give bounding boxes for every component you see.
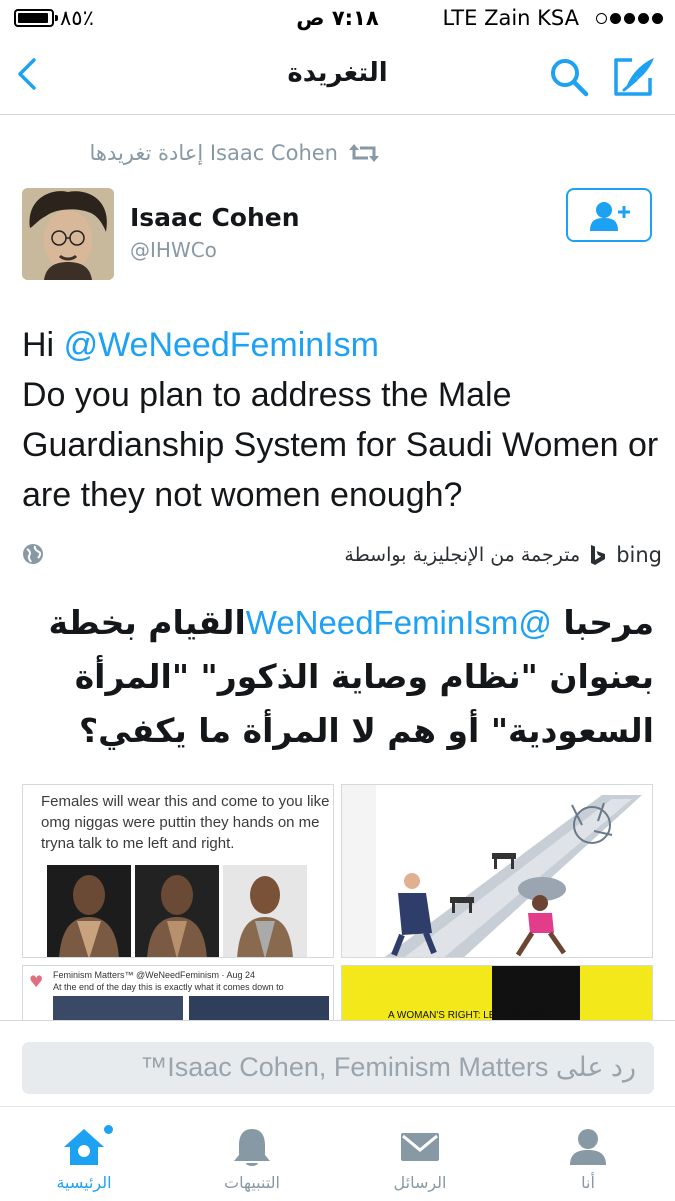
status-bar: ٪٨٥ ٧:١٨ ص LTE Zain KSA xyxy=(0,0,675,38)
tab-bar: الرئيسية التنبيهات الرسائل أنا xyxy=(0,1106,675,1201)
tab-notifications-label: التنبيهات xyxy=(224,1173,280,1192)
retweeted-by-text: Isaac Cohen إعادة تغريدها xyxy=(89,141,338,165)
add-user-icon xyxy=(590,202,630,231)
tweet-mention-link[interactable]: @WeNeedFeminIsm xyxy=(64,326,379,364)
image-3-body: At the end of the day this is exactly wh… xyxy=(53,982,284,992)
compose-icon[interactable] xyxy=(612,54,658,98)
translated-mention-link[interactable]: @WeNeedFeminIsm xyxy=(246,604,552,641)
tweet-text: Hi @WeNeedFeminIsm Do you plan to addres… xyxy=(22,320,662,520)
tab-messages-label: الرسائل xyxy=(393,1173,447,1192)
author-handle[interactable]: @IHWCo xyxy=(130,238,217,262)
tab-messages[interactable]: الرسائل xyxy=(336,1107,504,1201)
heart-icon: ♥ xyxy=(29,972,44,991)
translated-tweet-text: مرحبا @WeNeedFeminIsmالقيام بخطة بعنوان … xyxy=(22,596,654,758)
reply-bar: رد على Isaac Cohen, Feminism Matters™ xyxy=(0,1020,675,1105)
carrier-label: LTE Zain KSA xyxy=(442,6,579,30)
home-new-indicator xyxy=(104,1125,113,1134)
tweet-image-1[interactable]: Females will wear this and come to you l… xyxy=(22,784,334,958)
translation-label: مترجمة من الإنجليزية بواسطة xyxy=(344,544,581,566)
profile-icon xyxy=(570,1129,606,1165)
navigation-bar: التغريدة xyxy=(0,38,675,115)
avatar[interactable] xyxy=(22,188,114,280)
tweet-image-2[interactable] xyxy=(341,784,653,958)
tab-profile[interactable]: أنا xyxy=(504,1107,672,1201)
author-name[interactable]: Isaac Cohen xyxy=(130,203,300,232)
translation-provider: bing xyxy=(616,543,662,567)
retweeted-by-row[interactable]: Isaac Cohen إعادة تغريدها xyxy=(0,138,380,168)
bing-logo-icon xyxy=(591,545,606,565)
tab-profile-label: أنا xyxy=(581,1173,595,1192)
tweet-image-4[interactable]: A WOMAN'S RIGHT: LEFT BEHIND xyxy=(341,965,653,1025)
tweet-image-3[interactable]: ♥ Feminism Matters™ @WeNeedFeminism · Au… xyxy=(22,965,334,1025)
image-1-caption: Females will wear this and come to you l… xyxy=(41,793,330,852)
retweet-icon xyxy=(349,144,379,162)
reply-input[interactable]: رد على Isaac Cohen, Feminism Matters™ xyxy=(22,1042,654,1094)
mail-icon xyxy=(401,1133,439,1161)
globe-icon xyxy=(23,544,43,564)
signal-strength-icon xyxy=(596,13,663,24)
home-icon xyxy=(64,1129,104,1165)
translation-attribution[interactable]: مترجمة من الإنجليزية بواسطة bing xyxy=(22,540,662,570)
reply-placeholder: رد على Isaac Cohen, Feminism Matters™ xyxy=(140,1052,636,1082)
tab-notifications[interactable]: التنبيهات xyxy=(168,1107,336,1201)
tweet-greeting: Hi xyxy=(22,326,64,364)
tab-home[interactable]: الرئيسية xyxy=(0,1107,168,1201)
follow-button[interactable] xyxy=(566,188,652,242)
image-3-header: Feminism Matters™ @WeNeedFeminism · Aug … xyxy=(53,970,256,980)
bell-icon xyxy=(234,1129,270,1166)
tab-home-label: الرئيسية xyxy=(56,1173,112,1192)
translated-start: مرحبا xyxy=(551,603,654,642)
search-icon[interactable] xyxy=(548,56,590,98)
tweet-body: Do you plan to address the Male Guardian… xyxy=(22,376,659,514)
